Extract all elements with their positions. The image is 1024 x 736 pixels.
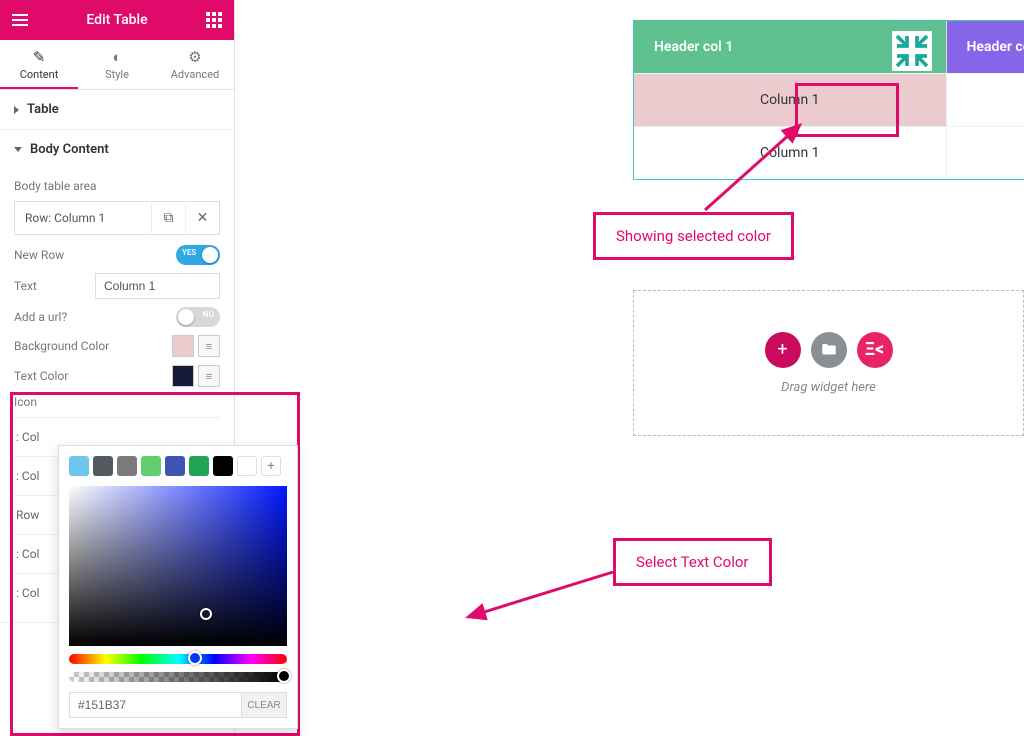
text-input[interactable]	[95, 273, 220, 299]
row-item-label: Row: Column 1	[15, 211, 151, 225]
clear-button[interactable]: CLEAR	[242, 692, 287, 718]
section-body-label: Body Content	[30, 142, 109, 157]
add-url-label: Add a url?	[14, 310, 176, 324]
text-label: Text	[14, 279, 95, 293]
swatch[interactable]	[189, 456, 209, 476]
cell-text: Column 1	[760, 145, 820, 161]
section-body-header[interactable]: Body Content	[0, 130, 234, 169]
sv-handle[interactable]	[200, 608, 212, 620]
annotation-showing-color: Showing selected color	[593, 212, 794, 260]
duplicate-icon[interactable]: ⧉	[151, 201, 185, 235]
swatch[interactable]	[141, 456, 161, 476]
menu-icon[interactable]	[10, 10, 30, 30]
add-section-button[interactable]: +	[765, 332, 801, 368]
table-header-1-label: Header col 1	[654, 39, 733, 55]
drop-zone-buttons: + Ξ<	[765, 332, 893, 368]
swatch[interactable]	[69, 456, 89, 476]
contrast-icon: ◐	[78, 48, 156, 66]
text-color-global-icon[interactable]: ≡	[198, 365, 220, 387]
body-subhead: Body table area	[14, 179, 220, 193]
bg-color-global-icon[interactable]: ≡	[198, 335, 220, 357]
swatch[interactable]	[237, 456, 257, 476]
new-row-toggle[interactable]: YES	[176, 245, 220, 265]
folder-icon	[820, 341, 838, 359]
table-header-2[interactable]: Header col 2	[946, 21, 1024, 73]
chevron-right-icon	[14, 106, 19, 114]
text-color-label: Text Color	[14, 369, 172, 383]
icon-label: Icon	[14, 395, 220, 409]
panel-tabs: ✎ Content ◐ Style ⚙ Advanced	[0, 40, 234, 90]
arrow-icon	[453, 562, 623, 632]
control-text-color: Text Color ≡	[14, 365, 220, 387]
collapse-section-icon[interactable]	[892, 31, 932, 71]
swatch[interactable]	[117, 456, 137, 476]
swatch[interactable]	[165, 456, 185, 476]
ek-widgets-button[interactable]: Ξ<	[857, 332, 893, 368]
section-table-label: Table	[27, 102, 59, 117]
annotation-text: Select Text Color	[636, 553, 749, 571]
chevron-down-icon	[14, 147, 22, 152]
row-item: Row: Column 1 ⧉ ✕	[14, 201, 220, 235]
text-color-swatch[interactable]	[172, 365, 194, 387]
widgets-icon[interactable]	[204, 10, 224, 30]
control-bg-color: Background Color ≡	[14, 335, 220, 357]
table-cell[interactable]: Column 2	[946, 126, 1024, 179]
tab-advanced-label: Advanced	[171, 68, 219, 81]
alpha-slider[interactable]	[69, 672, 287, 682]
panel-header: Edit Table	[0, 0, 234, 40]
control-new-row: New Row YES	[14, 245, 220, 265]
tab-style-label: Style	[105, 68, 129, 81]
toggle-no-label: NO	[203, 310, 214, 319]
tab-style[interactable]: ◐ Style	[78, 40, 156, 89]
preset-swatches: +	[69, 456, 287, 476]
table-header-1[interactable]: Header col 1	[634, 21, 946, 73]
drop-zone[interactable]: + Ξ< Drag widget here	[633, 290, 1024, 436]
pencil-icon: ✎	[0, 48, 78, 66]
tab-content-label: Content	[20, 68, 59, 81]
hex-input-row: CLEAR	[69, 692, 287, 718]
table-header-row: Header col 1 Header col 2	[634, 21, 1024, 73]
add-swatch-button[interactable]: +	[261, 456, 281, 476]
control-text: Text	[14, 273, 220, 299]
annotation-text: Showing selected color	[616, 227, 771, 245]
tab-content[interactable]: ✎ Content	[0, 40, 78, 89]
gear-icon: ⚙	[156, 48, 234, 66]
table-cell[interactable]: Column 2	[946, 73, 1024, 126]
bg-color-label: Background Color	[14, 339, 172, 353]
hue-slider[interactable]	[69, 654, 287, 664]
hex-input[interactable]	[69, 692, 242, 718]
new-row-label: New Row	[14, 248, 176, 262]
selection-highlight	[795, 83, 899, 137]
toggle-yes-label: YES	[182, 248, 196, 257]
template-button[interactable]	[811, 332, 847, 368]
swatch[interactable]	[93, 456, 113, 476]
control-icon: Icon	[14, 395, 220, 409]
close-icon[interactable]: ✕	[185, 201, 219, 235]
annotation-select-text-color: Select Text Color	[613, 538, 772, 586]
hue-handle[interactable]	[188, 651, 202, 665]
add-url-toggle[interactable]: NO	[176, 307, 220, 327]
saturation-value-field[interactable]	[69, 486, 287, 646]
table-header-2-label: Header col 2	[967, 39, 1024, 55]
tab-advanced[interactable]: ⚙ Advanced	[156, 40, 234, 89]
section-table[interactable]: Table	[0, 90, 234, 130]
drop-zone-label: Drag widget here	[781, 380, 876, 395]
control-add-url: Add a url? NO	[14, 307, 220, 327]
panel-title: Edit Table	[86, 12, 147, 28]
swatch[interactable]	[213, 456, 233, 476]
color-picker: + CLEAR	[58, 445, 298, 729]
bg-color-swatch[interactable]	[172, 335, 194, 357]
canvas: Header col 1 Header col 2 Column 1 Colum…	[235, 0, 1024, 736]
alpha-handle[interactable]	[277, 669, 291, 683]
